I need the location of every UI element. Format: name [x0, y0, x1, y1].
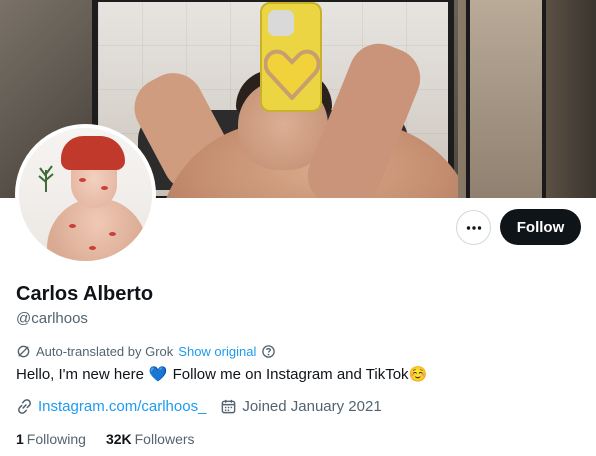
avatar[interactable]	[15, 124, 156, 265]
calendar-icon	[222, 399, 236, 414]
profile-meta: Instagram.com/carlhoos_ Joined January 2…	[16, 398, 382, 415]
follow-stats: 1 Following 32K Followers	[16, 431, 215, 447]
joined-label: Joined January 2021	[242, 398, 382, 415]
follow-button[interactable]: Follow	[500, 209, 581, 245]
following-count: 1	[16, 431, 24, 447]
bio: Hello, I'm new here 💙 Follow me on Insta…	[16, 365, 428, 384]
translation-note: Auto-translated by Grok Show original	[16, 344, 276, 359]
bio-text-2: Follow me on Instagram and TikTok	[172, 365, 409, 383]
help-circle-icon[interactable]	[261, 344, 276, 359]
followers-label: Followers	[134, 431, 195, 447]
smiling-emoji: ☺️	[408, 366, 428, 383]
followers-link[interactable]: 32K Followers	[106, 431, 195, 447]
more-horizontal-icon	[466, 225, 481, 230]
show-original-link[interactable]: Show original	[178, 344, 256, 359]
link-icon	[18, 399, 31, 414]
translation-label: Auto-translated by Grok	[36, 344, 174, 359]
bio-text-1: Hello, I'm new here	[16, 365, 144, 383]
more-button[interactable]	[456, 210, 491, 245]
website-link[interactable]: Instagram.com/carlhoos_	[38, 398, 206, 415]
following-label: Following	[26, 431, 86, 447]
display-name: Carlos Alberto	[16, 283, 154, 305]
plant-icon	[38, 165, 54, 192]
followers-count: 32K	[105, 431, 132, 447]
translate-icon	[17, 345, 30, 358]
blue-heart-emoji: 💙	[148, 366, 168, 383]
user-handle: @carlhoos	[16, 310, 88, 327]
joined-date: Joined January 2021	[220, 398, 382, 415]
banner-door	[458, 0, 596, 198]
following-link[interactable]: 1 Following	[16, 431, 86, 447]
heart-hands-icon	[264, 49, 320, 100]
